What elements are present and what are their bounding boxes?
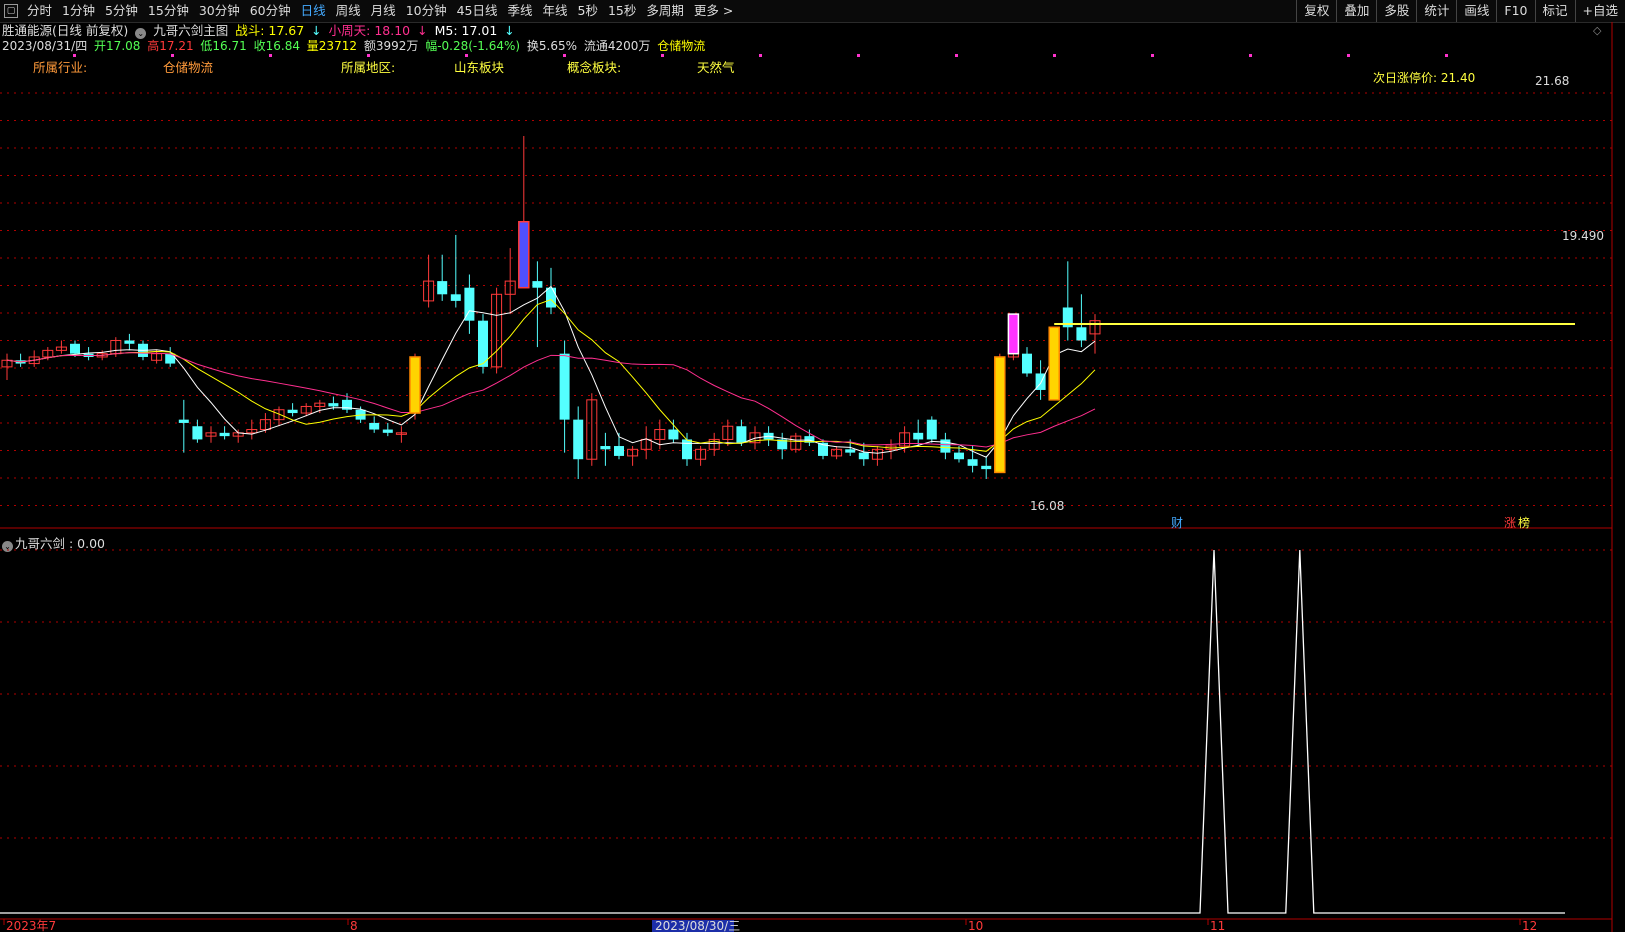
marker-dot: [465, 54, 468, 57]
limit-price-label: 次日涨停价: 21.40: [1373, 70, 1475, 85]
zhang-badge: 涨: [1504, 515, 1516, 530]
signal-bar: [1048, 326, 1060, 401]
candle-body: [124, 340, 135, 344]
candle-body: [178, 419, 189, 423]
marker-dot: [661, 54, 664, 57]
marker-dot: [955, 54, 958, 57]
x-axis-label: 11: [1210, 919, 1225, 932]
x-axis-label: 8: [350, 919, 358, 932]
candle-body: [559, 353, 570, 420]
candle-body: [954, 452, 964, 460]
signal-bar: [409, 356, 421, 414]
candle-body: [450, 294, 461, 301]
x-axis-label: 12: [1522, 919, 1537, 932]
high-price-label: 21.68: [1535, 74, 1569, 88]
candle-body: [600, 446, 611, 450]
marker-dot: [171, 54, 174, 57]
marker-dot: [1445, 54, 1448, 57]
candle-body: [926, 419, 937, 440]
cai-badge: 财: [1171, 516, 1183, 530]
signal-bar: [994, 356, 1006, 474]
candle-body: [668, 429, 679, 440]
candle-body: [287, 409, 298, 414]
candle-body: [70, 343, 80, 354]
candle-body: [1022, 353, 1032, 374]
marker-dot: [367, 54, 370, 57]
candle-body: [913, 432, 924, 440]
signal-bar: [1007, 313, 1020, 355]
candle-body: [736, 426, 747, 443]
candle-body: [981, 465, 992, 470]
candle-body: [682, 439, 692, 460]
candle-body: [328, 403, 339, 407]
marker-dot: [759, 54, 762, 57]
candle-body: [532, 281, 543, 288]
signal-bar: [518, 220, 530, 289]
kline-chart[interactable]: 次日涨停价: 21.40 21.68 16.08 19.490 财 涨榜 2023年7 8 20…: [0, 0, 1625, 932]
candle-body: [219, 432, 230, 437]
cursor-date-label: 2023/08/30/三: [655, 919, 740, 932]
candle-body: [1076, 327, 1087, 341]
current-price-label: 19.490: [1562, 229, 1604, 243]
candle-body: [858, 452, 869, 460]
candle-body: [845, 449, 856, 453]
candle-body: [546, 287, 556, 308]
candle-body: [614, 446, 624, 456]
candle-body: [967, 459, 978, 466]
marker-dot: [73, 54, 76, 57]
candle-body: [573, 419, 584, 460]
marker-dot: [563, 54, 566, 57]
candle-body: [192, 426, 203, 440]
bang-badge: 榜: [1518, 515, 1530, 530]
candle-body: [382, 429, 393, 433]
indicator-line: [0, 549, 1565, 914]
marker-dot: [269, 54, 272, 57]
candle-body: [369, 422, 380, 430]
low-price-label: 16.08: [1030, 499, 1064, 513]
marker-dot: [857, 54, 860, 57]
x-axis-label: 2023年7: [6, 919, 56, 932]
marker-dot: [1151, 54, 1154, 57]
candle-body: [437, 281, 448, 295]
x-axis-label: 10: [968, 919, 983, 932]
marker-dot: [1347, 54, 1350, 57]
marker-dot: [1053, 54, 1056, 57]
marker-dot: [1249, 54, 1252, 57]
